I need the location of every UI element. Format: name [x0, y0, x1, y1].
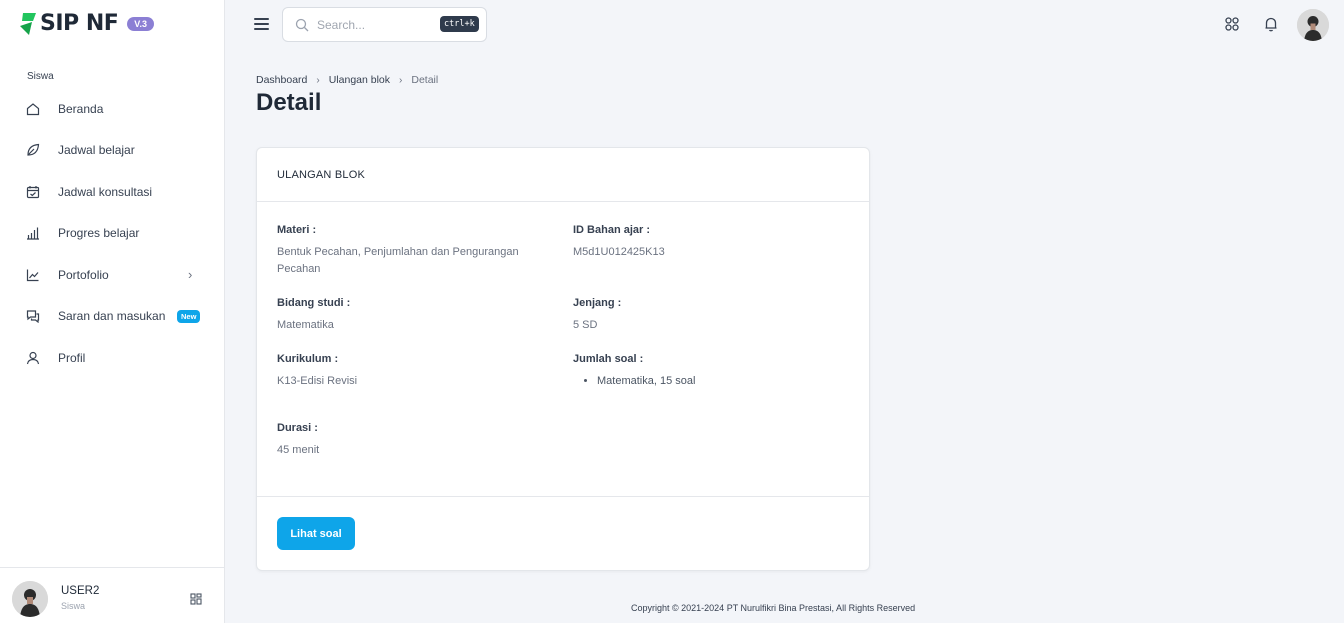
- field-value: M5d1U012425K13: [573, 246, 665, 258]
- sidebar-item-jadwal-konsultasi[interactable]: Jadwal konsultasi: [0, 171, 224, 213]
- field-value: Bentuk Pecahan, Penjumlahan dan Penguran…: [277, 246, 519, 275]
- chat-icon: [26, 309, 40, 324]
- field-label: Jumlah soal :: [573, 353, 644, 365]
- logo-text: SIP NF: [40, 11, 119, 36]
- bar-chart-icon: [26, 226, 40, 240]
- field-value: Matematika, 15 soal: [573, 373, 843, 390]
- field-value: K13-Edisi Revisi: [277, 375, 358, 387]
- user-name: USER2: [61, 585, 100, 597]
- breadcrumb-separator-icon: ›: [399, 74, 403, 86]
- sidebar-item-profil[interactable]: Profil: [0, 337, 224, 379]
- version-badge: V.3: [127, 16, 154, 31]
- field-label: Bidang studi :: [277, 297, 351, 309]
- field-label: Kurikulum :: [277, 353, 339, 365]
- sidebar-item-saran-dan-masukan[interactable]: Saran dan masukan New: [0, 296, 224, 338]
- apps-grid-icon[interactable]: [1224, 16, 1240, 32]
- breadcrumb-separator-icon: ›: [316, 74, 320, 86]
- avatar[interactable]: [1297, 9, 1329, 41]
- copyright-footer: Copyright © 2021-2024 PT Nurulfikri Bina…: [631, 603, 916, 613]
- field-durasi: Durasi : 45 menit: [277, 422, 547, 459]
- field-jumlah-soal: Jumlah soal : Matematika, 15 soal: [573, 353, 843, 390]
- detail-card: ULANGAN BLOK Materi : Bentuk Pecahan, Pe…: [256, 147, 870, 571]
- avatar[interactable]: [12, 581, 48, 617]
- field-label: Durasi :: [277, 422, 318, 434]
- field-value: 45 menit: [277, 444, 320, 456]
- new-badge: New: [177, 309, 201, 323]
- field-jenjang: Jenjang : 5 SD: [573, 297, 843, 334]
- menu-toggle-icon[interactable]: [254, 18, 269, 32]
- user-role: Siswa: [61, 601, 86, 611]
- breadcrumb-current: Detail: [411, 74, 439, 86]
- field-value: 5 SD: [573, 319, 598, 331]
- search-box[interactable]: ctrl+k: [282, 7, 487, 42]
- field-label: Materi :: [277, 224, 317, 236]
- sidebar-item-label: Portofolio: [58, 267, 109, 282]
- page-title: Detail: [256, 89, 322, 116]
- sidebar-item-portofolio[interactable]: Portofolio ›: [0, 254, 224, 296]
- field-materi: Materi : Bentuk Pecahan, Penjumlahan dan…: [277, 224, 547, 278]
- leaf-icon: [26, 143, 40, 157]
- home-icon: [26, 102, 40, 116]
- field-bidang-studi: Bidang studi : Matematika: [277, 297, 547, 334]
- breadcrumb-ulangan-blok[interactable]: Ulangan blok: [329, 74, 390, 86]
- card-header: ULANGAN BLOK: [257, 148, 869, 202]
- sidebar-item-label: Jadwal belajar: [58, 143, 135, 158]
- sidebar: SIP NF V.3 Siswa Beranda Jadwal belajar …: [0, 0, 225, 623]
- bell-icon[interactable]: [1263, 16, 1279, 32]
- breadcrumb: Dashboard › Ulangan blok › Detail: [256, 74, 438, 86]
- shortcut-hint: ctrl+k: [440, 16, 479, 32]
- sidebar-item-jadwal-belajar[interactable]: Jadwal belajar: [0, 130, 224, 172]
- calendar-check-icon: [26, 185, 40, 199]
- field-value: Matematika: [277, 319, 334, 331]
- search-input[interactable]: [317, 16, 437, 34]
- card-footer: Lihat soal: [257, 496, 869, 571]
- field-label: Jenjang :: [573, 297, 622, 309]
- sidebar-item-label: Saran dan masukan: [58, 309, 166, 324]
- sidebar-item-label: Jadwal konsultasi: [58, 184, 153, 199]
- sidebar-item-label: Progres belajar: [58, 226, 140, 241]
- field-kurikulum: Kurikulum : K13-Edisi Revisi: [277, 353, 547, 390]
- logo-leaf-icon: [20, 12, 36, 35]
- user-icon: [26, 351, 40, 365]
- jumlah-soal-list: Matematika, 15 soal: [597, 373, 843, 390]
- list-item: Matematika, 15 soal: [597, 373, 843, 390]
- chevron-right-icon: ›: [188, 267, 193, 283]
- field-id-bahan-ajar: ID Bahan ajar : M5d1U012425K13: [573, 224, 843, 261]
- sidebar-section-label: Siswa: [27, 71, 54, 82]
- field-label: ID Bahan ajar :: [573, 224, 651, 236]
- sidebar-item-progres-belajar[interactable]: Progres belajar: [0, 213, 224, 255]
- search-icon: [295, 18, 309, 32]
- breadcrumb-dashboard[interactable]: Dashboard: [256, 74, 307, 86]
- app-logo[interactable]: SIP NF V.3: [19, 11, 154, 36]
- lihat-soal-button[interactable]: Lihat soal: [277, 517, 355, 550]
- line-chart-icon: [26, 268, 40, 282]
- sidebar-item-label: Profil: [58, 350, 86, 365]
- sidebar-item-beranda[interactable]: Beranda: [0, 88, 224, 130]
- grid-menu-icon[interactable]: [190, 593, 202, 605]
- sidebar-item-label: Beranda: [58, 101, 104, 116]
- sidebar-nav: Beranda Jadwal belajar Jadwal konsultasi…: [0, 88, 224, 379]
- sidebar-user-panel: USER2 Siswa: [0, 567, 224, 623]
